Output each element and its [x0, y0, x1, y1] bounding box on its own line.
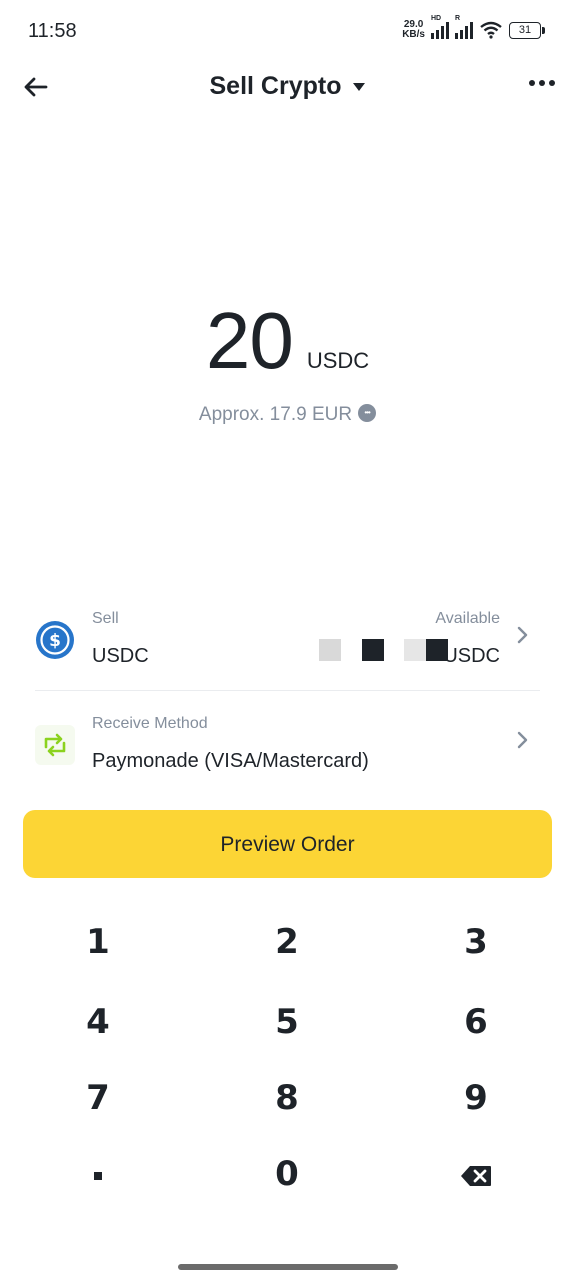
sell-label: Sell: [92, 610, 119, 627]
battery-icon: 31: [509, 21, 545, 39]
more-dot: [539, 80, 545, 86]
more-button[interactable]: [529, 80, 555, 86]
signal-icon: HD: [431, 15, 449, 39]
wifi-icon: [480, 21, 502, 39]
status-icons: 29.0 KB/s HD R 31: [402, 15, 545, 40]
header: Sell Crypto: [0, 60, 575, 116]
status-bar: 11:58 29.0 KB/s HD R 31: [0, 0, 575, 64]
chevron-right-icon: [517, 626, 528, 644]
key-2[interactable]: 2: [192, 904, 382, 980]
approx-text: Approx. 17.9 EUR: [198, 404, 353, 425]
chevron-right-icon: [517, 731, 528, 749]
key-7[interactable]: 7: [3, 1060, 193, 1136]
key-9[interactable]: 9: [381, 1060, 571, 1136]
usdc-icon: $: [36, 621, 74, 659]
receive-method-row[interactable]: Receive Method Paymonade (VISA/Mastercar…: [22, 700, 552, 800]
key-6[interactable]: 6: [381, 984, 571, 1060]
divider: [35, 690, 540, 691]
key-8[interactable]: 8: [192, 1060, 382, 1136]
more-dot: [549, 80, 555, 86]
redacted-block: [404, 639, 426, 661]
receive-method-label: Receive Method: [92, 715, 208, 732]
approx-conversion: Approx. 17.9 EUR: [0, 403, 575, 426]
more-dot: [529, 80, 535, 86]
key-0[interactable]: 0: [192, 1136, 382, 1212]
key-backspace[interactable]: [381, 1136, 571, 1212]
decimal-point-icon: [94, 1171, 102, 1180]
svg-text:$: $: [49, 631, 61, 651]
key-5[interactable]: 5: [192, 984, 382, 1060]
preview-order-button[interactable]: Preview Order: [23, 810, 552, 878]
amount-unit: USDC: [306, 348, 370, 373]
more-info-icon[interactable]: [358, 403, 377, 422]
backspace-icon: [461, 1165, 491, 1186]
numeric-keypad: 1 2 3 4 5 6 7 8 9 0: [0, 900, 575, 1220]
title-dropdown[interactable]: Sell Crypto: [0, 72, 575, 101]
redacted-block: [319, 639, 341, 661]
status-time: 11:58: [28, 20, 77, 42]
sell-asset-value: USDC: [92, 645, 149, 667]
key-3[interactable]: 3: [381, 904, 571, 980]
refresh-exchange-icon: [35, 725, 75, 765]
amount-value: 20: [205, 296, 294, 385]
amount-display: 20 USDC: [0, 295, 575, 387]
key-4[interactable]: 4: [3, 984, 193, 1060]
receive-method-value: Paymonade (VISA/Mastercard): [92, 750, 369, 772]
redacted-block: [362, 639, 384, 661]
redacted-block: [426, 639, 448, 661]
network-speed: 29.0 KB/s: [402, 19, 425, 40]
home-indicator[interactable]: [178, 1264, 398, 1270]
page-title: Sell Crypto: [209, 72, 342, 100]
signal-icon-2: R: [455, 15, 473, 39]
key-1[interactable]: 1: [3, 904, 193, 980]
sell-asset-row[interactable]: $ Sell USDC Available USDC: [22, 595, 552, 695]
caret-down-icon: [353, 82, 366, 91]
key-decimal[interactable]: [3, 1136, 193, 1212]
